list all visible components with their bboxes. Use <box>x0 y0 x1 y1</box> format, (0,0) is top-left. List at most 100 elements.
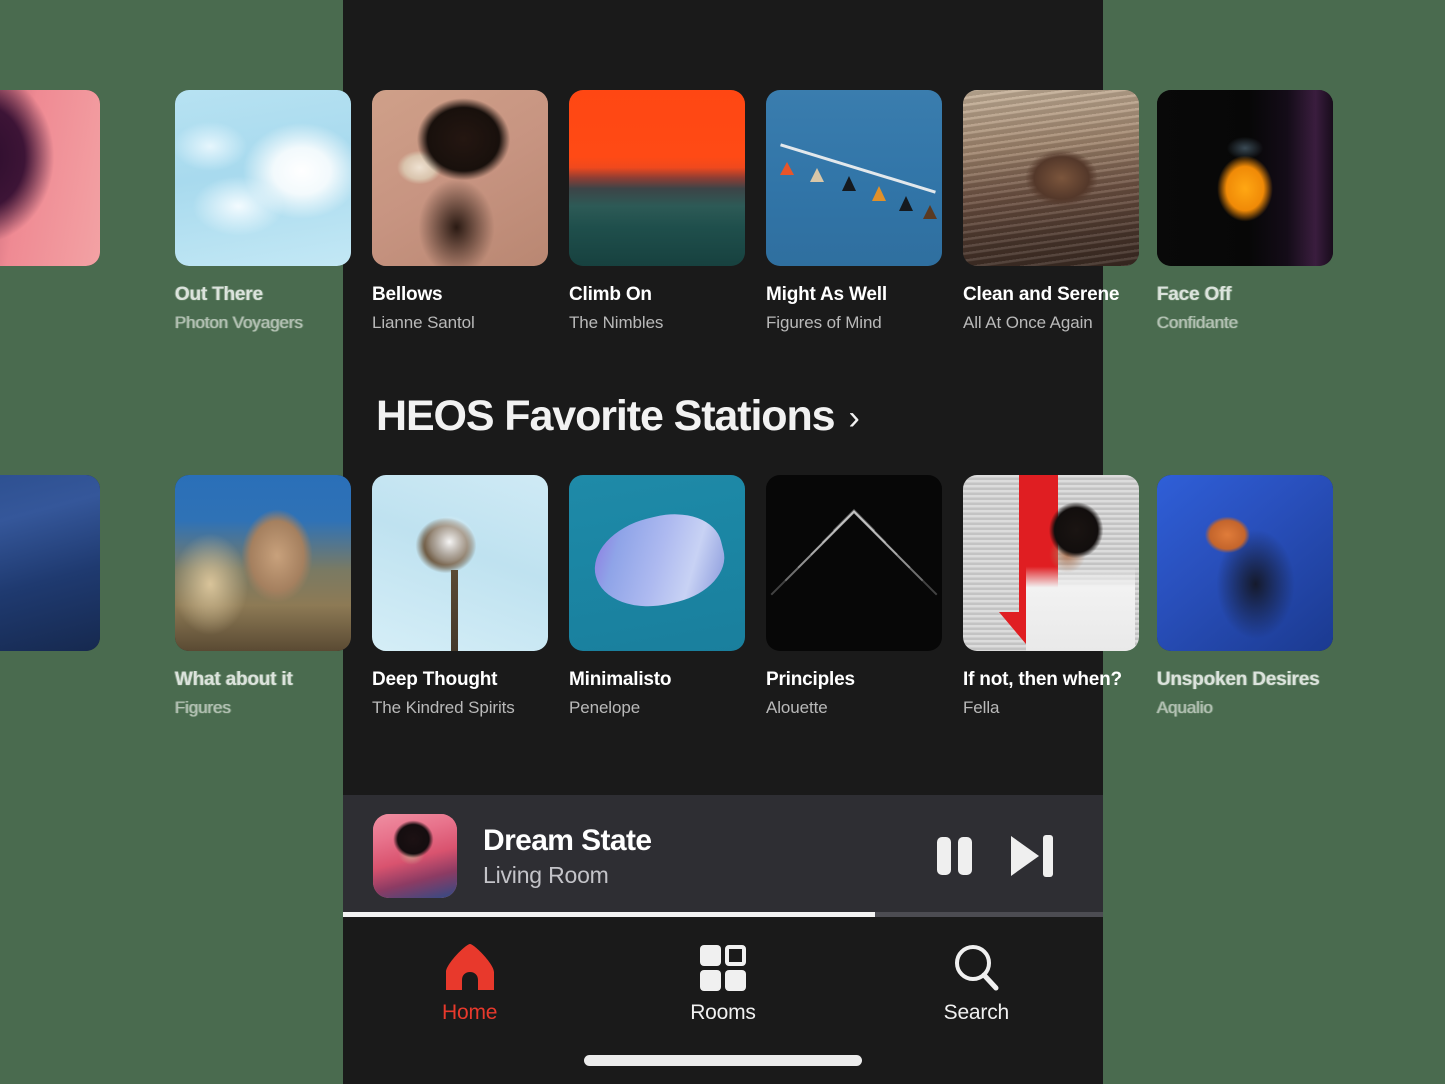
album-tile[interactable]: Deep Thought The Kindred Spirits <box>372 475 548 718</box>
album-artwork[interactable] <box>963 475 1139 651</box>
rooms-grid-icon <box>697 942 749 992</box>
album-tile[interactable]: Climb On The Nimbles <box>569 90 745 333</box>
tab-label: Home <box>442 1001 498 1024</box>
chevron-right-icon[interactable]: › <box>848 401 859 435</box>
album-artwork[interactable] <box>766 475 942 651</box>
album-title: Minimalisto <box>569 669 672 690</box>
search-icon <box>950 942 1002 992</box>
album-artist: The Nimbles <box>569 313 664 332</box>
pause-icon <box>937 837 951 875</box>
album-title: Climb On <box>569 284 652 305</box>
album-title: What about it <box>175 669 293 690</box>
artwork-image <box>1157 90 1333 266</box>
album-artwork[interactable] <box>766 90 942 266</box>
artwork-image <box>1157 475 1333 651</box>
album-tile[interactable]: Out There Photon Voyagers <box>175 90 351 333</box>
album-artist: Penelope <box>569 698 641 717</box>
artwork-image <box>372 90 548 266</box>
now-playing-meta: Dream State Living Room <box>483 824 933 889</box>
album-artist: Alouette <box>766 698 828 717</box>
album-artwork[interactable] <box>963 90 1139 266</box>
bottom-tab-bar: Home Rooms Search <box>343 917 1103 1084</box>
screen-root: Out There Photon Voyagers Bellows Lianne… <box>0 0 1445 1084</box>
album-artist: Figures <box>175 698 231 717</box>
album-artwork[interactable] <box>569 90 745 266</box>
carousel-row-heos[interactable]: What about it Figures Deep Thought The K… <box>0 475 1445 725</box>
next-track-button[interactable] <box>1011 834 1059 878</box>
artwork-image <box>963 90 1139 266</box>
tab-rooms[interactable]: Rooms <box>596 917 849 1025</box>
search-icon-svg <box>955 945 999 991</box>
next-track-icon <box>1011 836 1039 876</box>
artwork-image <box>175 90 351 266</box>
now-playing-title: Dream State <box>483 823 652 857</box>
artwork-image <box>569 90 745 266</box>
rooms-grid-icon-cell <box>724 945 746 966</box>
artwork-image <box>0 90 100 266</box>
album-tile[interactable]: What about it Figures <box>175 475 351 718</box>
album-title: Might As Well <box>766 284 887 305</box>
pause-icon <box>958 837 972 875</box>
home-icon <box>444 942 496 992</box>
pause-button[interactable] <box>933 834 977 878</box>
home-indicator[interactable] <box>584 1055 862 1066</box>
album-artwork[interactable] <box>569 475 745 651</box>
album-tile[interactable]: Bellows Lianne Santol <box>372 90 548 333</box>
now-playing-artwork[interactable] <box>373 814 457 898</box>
section-header-heos[interactable]: HEOS Favorite Stations › <box>376 392 860 441</box>
album-artwork[interactable] <box>1157 475 1333 651</box>
album-title: Out There <box>175 284 263 305</box>
album-artwork[interactable] <box>175 475 351 651</box>
album-title: Deep Thought <box>372 669 498 690</box>
now-playing-controls <box>933 834 1059 878</box>
album-artist: Photon Voyagers <box>175 313 303 332</box>
home-icon-svg <box>445 944 494 990</box>
now-playing-room: Living Room <box>483 861 609 888</box>
album-artist: Confidante <box>1157 313 1239 332</box>
album-artist: Figures of Mind <box>766 313 882 332</box>
album-artwork[interactable] <box>372 475 548 651</box>
carousel-row-top[interactable]: Out There Photon Voyagers Bellows Lianne… <box>0 90 1445 340</box>
artwork-image <box>0 475 100 651</box>
album-tile[interactable] <box>0 475 100 651</box>
album-tile[interactable]: Might As Well Figures of Mind <box>766 90 942 333</box>
artwork-image <box>451 570 459 651</box>
section-title: HEOS Favorite Stations <box>376 392 836 440</box>
tab-label: Rooms <box>690 1001 756 1024</box>
album-title: Unspoken Desires <box>1157 669 1320 690</box>
album-artist: All At Once Again <box>963 313 1093 332</box>
album-artist: The Kindred Spirits <box>372 698 515 717</box>
artwork-image <box>373 814 457 898</box>
artwork-image <box>766 90 942 266</box>
artwork-subject <box>1026 499 1136 651</box>
next-track-icon <box>1043 835 1053 877</box>
rooms-grid-icon-cell <box>699 970 721 991</box>
album-title: Face Off <box>1157 284 1232 305</box>
album-artwork[interactable] <box>372 90 548 266</box>
album-tile[interactable]: Principles Alouette <box>766 475 942 718</box>
tab-search[interactable]: Search <box>850 917 1103 1025</box>
rooms-grid-icon-cell <box>724 970 746 991</box>
album-artwork[interactable] <box>0 90 100 266</box>
artwork-image <box>584 502 733 620</box>
now-playing-bar[interactable]: Dream State Living Room <box>343 795 1103 917</box>
album-artist: Aqualio <box>1157 698 1214 717</box>
album-tile[interactable]: Clean and Serene All At Once Again <box>963 90 1139 333</box>
album-artwork[interactable] <box>175 90 351 266</box>
album-title: Clean and Serene <box>963 284 1120 305</box>
album-artist: Lianne Santol <box>372 313 475 332</box>
album-title: If not, then when? <box>963 669 1122 690</box>
tab-label: Search <box>943 1001 1010 1024</box>
album-artwork[interactable] <box>0 475 100 651</box>
tab-home[interactable]: Home <box>343 917 596 1025</box>
album-tile[interactable] <box>0 90 100 266</box>
album-artist: Fella <box>963 698 1000 717</box>
album-artwork[interactable] <box>1157 90 1333 266</box>
album-tile[interactable]: If not, then when? Fella <box>963 475 1139 718</box>
album-title: Bellows <box>372 284 443 305</box>
album-tile[interactable]: Face Off Confidante <box>1157 90 1333 333</box>
rooms-grid-icon-cell <box>699 945 721 966</box>
album-title: Principles <box>766 669 855 690</box>
album-tile[interactable]: Minimalisto Penelope <box>569 475 745 718</box>
album-tile[interactable]: Unspoken Desires Aqualio <box>1157 475 1333 718</box>
